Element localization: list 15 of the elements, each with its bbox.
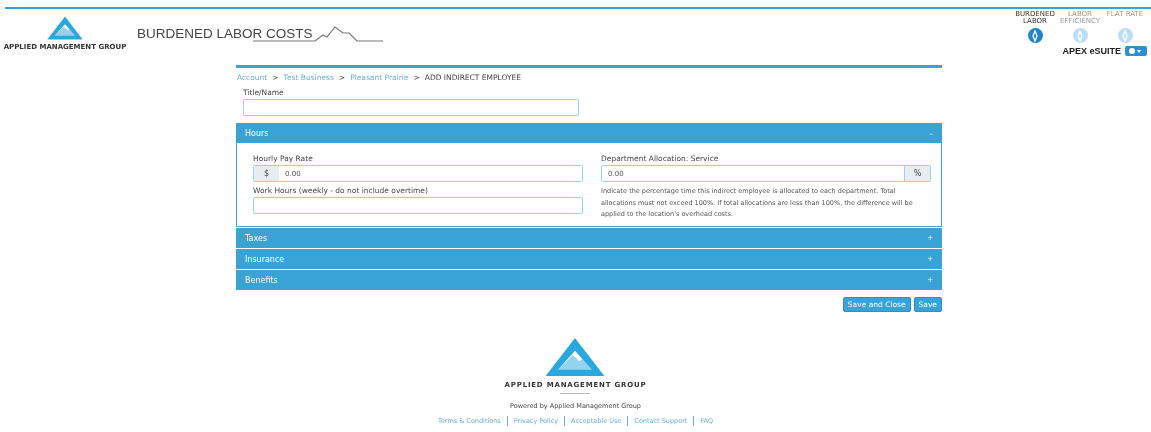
app-switch-icon[interactable] <box>1117 28 1133 43</box>
page-title: BURDENED LABOR COSTS <box>137 26 313 43</box>
app-switch-icon[interactable] <box>1027 28 1043 43</box>
section-title: Insurance <box>245 254 285 264</box>
settings-dropdown-button[interactable] <box>1125 46 1147 56</box>
work-hours-input-field[interactable] <box>253 197 583 214</box>
currency-addon: $ <box>254 166 279 181</box>
percent-addon: % <box>904 166 930 181</box>
section-title: Benefits <box>245 275 278 285</box>
section-title: Taxes <box>245 233 268 243</box>
app-switch-icon[interactable] <box>1072 28 1088 43</box>
title-input-field[interactable] <box>243 99 579 116</box>
suite-name: APEX eSUITE <box>1062 46 1121 56</box>
mountain-logo-icon <box>46 15 84 41</box>
section-title: Hours <box>245 129 269 138</box>
